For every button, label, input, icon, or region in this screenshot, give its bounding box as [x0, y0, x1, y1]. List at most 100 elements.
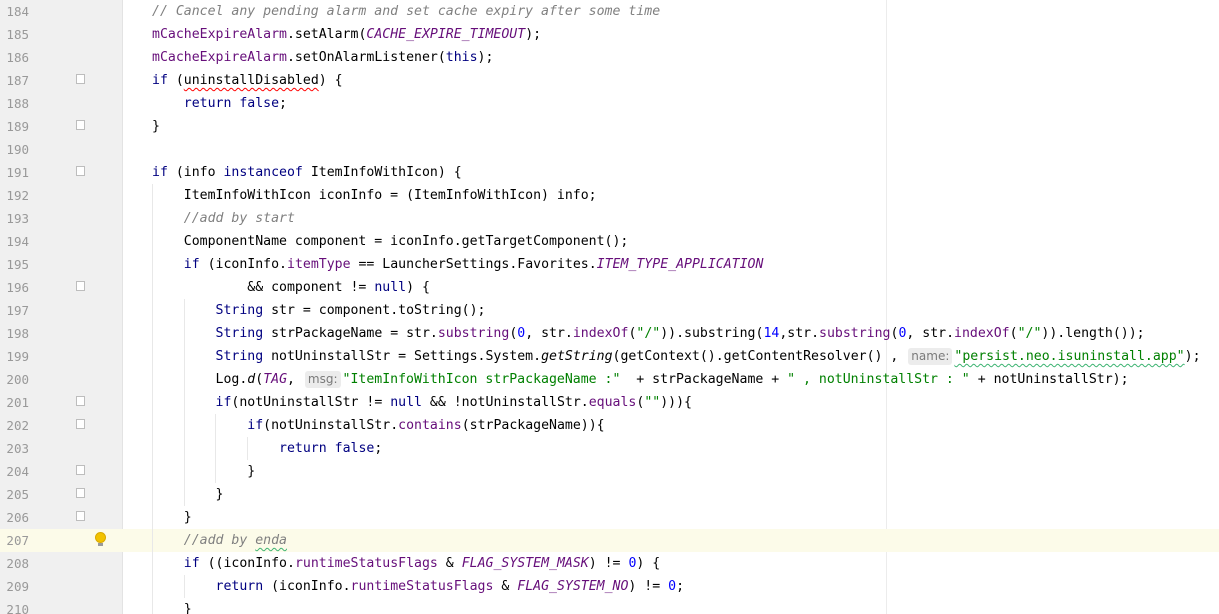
code-line[interactable]: 198 String strPackageName = str.substrin… — [0, 322, 1219, 345]
code-line[interactable]: 208 if ((iconInfo.runtimeStatusFlags & F… — [0, 552, 1219, 575]
code-line[interactable]: 191 if (info instanceof ItemInfoWithIcon)… — [0, 161, 1219, 184]
code-text: } — [152, 506, 192, 529]
code-token: TAG — [263, 372, 288, 387]
code-token: ( — [167, 73, 184, 88]
code-token: ) { — [318, 73, 343, 88]
line-number: 205 — [6, 487, 29, 502]
code-line[interactable]: 192 ItemInfoWithIcon iconInfo = (ItemInf… — [0, 184, 1219, 207]
code-token: , str. — [906, 326, 955, 341]
code-token: this — [445, 50, 478, 65]
code-line[interactable]: 188 return false; — [0, 92, 1219, 115]
fold-marker-icon[interactable] — [76, 419, 85, 429]
code-token: notUninstallStr = Settings.System. — [263, 349, 542, 364]
line-number: 202 — [6, 418, 29, 433]
parameter-hint: msg: — [304, 371, 341, 388]
code-token: && !notUninstallStr. — [421, 395, 589, 410]
code-line[interactable]: 189} — [0, 115, 1219, 138]
code-token: .setAlarm( — [286, 27, 367, 42]
code-line[interactable]: 202 if(notUninstallStr.contains(strPacka… — [0, 414, 1219, 437]
code-line[interactable]: 201 if(notUninstallStr != null && !notUn… — [0, 391, 1219, 414]
code-token: "/" — [1017, 326, 1042, 341]
code-token: } — [152, 602, 192, 614]
code-token: , — [287, 372, 303, 387]
line-number: 195 — [6, 257, 29, 272]
code-line[interactable]: 209 return (iconInfo.runtimeStatusFlags … — [0, 575, 1219, 598]
code-line[interactable]: 187 if (uninstallDisabled) { — [0, 69, 1219, 92]
code-token: + strPackageName + — [620, 372, 788, 387]
fold-marker-icon[interactable] — [76, 488, 85, 498]
code-line[interactable]: 193 //add by start — [0, 207, 1219, 230]
code-token: Log. — [152, 372, 248, 387]
code-text: if (info instanceof ItemInfoWithIcon) { — [152, 161, 462, 184]
code-line[interactable]: 206 } — [0, 506, 1219, 529]
code-token: String — [215, 326, 264, 341]
fold-marker-icon[interactable] — [76, 166, 85, 176]
line-number: 204 — [6, 464, 29, 479]
code-editor[interactable]: 184 // Cancel any pending alarm and set c… — [0, 0, 1219, 614]
fold-marker-icon[interactable] — [76, 465, 85, 475]
line-number: 209 — [6, 579, 29, 594]
code-token: uninstallDisabled — [183, 73, 319, 88]
fold-marker-icon[interactable] — [76, 281, 85, 291]
code-text: ComponentName component = iconInfo.getTa… — [152, 230, 629, 253]
code-line[interactable]: 190 — [0, 138, 1219, 161]
fold-marker-icon[interactable] — [76, 396, 85, 406]
code-token: ComponentName component = iconInfo.getTa… — [152, 234, 629, 249]
code-line[interactable]: 197 String str = component.toString(); — [0, 299, 1219, 322]
code-token: == LauncherSettings.Favorites. — [350, 257, 597, 272]
code-token: } — [152, 487, 224, 502]
code-line[interactable]: 204 } — [0, 460, 1219, 483]
code-token: runtimeStatusFlags — [294, 556, 438, 571]
code-text: if(notUninstallStr.contains(strPackageNa… — [152, 414, 604, 437]
line-number: 185 — [6, 27, 29, 42]
code-line[interactable]: 185 mCacheExpireAlarm.setAlarm(CACHE_EXPI… — [0, 23, 1219, 46]
code-token: return false — [279, 441, 375, 456]
line-number: 210 — [6, 602, 29, 614]
lightbulb-icon[interactable] — [95, 532, 106, 546]
code-token: ; — [676, 579, 685, 594]
code-line[interactable]: 194 ComponentName component = iconInfo.g… — [0, 230, 1219, 253]
code-line[interactable]: 200 Log.d(TAG, msg: "ItemInfoWithIcon str… — [0, 368, 1219, 391]
code-line[interactable]: 186 mCacheExpireAlarm.setOnAlarmListener(… — [0, 46, 1219, 69]
code-token: ) { — [406, 280, 430, 295]
code-token: ITEM_TYPE_APPLICATION — [596, 257, 764, 272]
code-text: String str = component.toString(); — [152, 299, 486, 322]
code-token: return false — [183, 96, 280, 111]
line-number: 198 — [6, 326, 29, 341]
code-token: equals — [588, 395, 637, 410]
line-number: 200 — [6, 372, 29, 387]
line-number: 206 — [6, 510, 29, 525]
line-number: 199 — [6, 349, 29, 364]
code-token: indexOf — [954, 326, 1010, 341]
code-text: String strPackageName = str.substring(0,… — [152, 322, 1145, 345]
code-text: String notUninstallStr = Settings.System… — [152, 345, 1201, 368]
code-token: //add by start — [183, 211, 295, 226]
code-line[interactable]: 207 //add by enda — [0, 529, 1219, 552]
code-text: } — [152, 115, 160, 138]
code-text: Log.d(TAG, msg: "ItemInfoWithIcon strPack… — [152, 368, 1129, 391]
code-token: "persist.neo.isuninstall.app" — [954, 349, 1185, 364]
fold-marker-icon[interactable] — [76, 74, 85, 84]
code-line[interactable]: 199 String notUninstallStr = Settings.Sy… — [0, 345, 1219, 368]
code-line[interactable]: 210 } — [0, 598, 1219, 614]
fold-marker-icon[interactable] — [76, 120, 85, 130]
code-token: ); — [525, 27, 542, 42]
code-token: ); — [477, 50, 494, 65]
line-number: 187 — [6, 73, 29, 88]
code-line[interactable]: 203 return false; — [0, 437, 1219, 460]
code-token: )).length()); — [1041, 326, 1145, 341]
code-token: //add by — [183, 533, 256, 548]
code-token: CACHE_EXPIRE_TIMEOUT — [366, 27, 526, 42]
line-number: 193 — [6, 211, 29, 226]
code-line[interactable]: 184 // Cancel any pending alarm and set c… — [0, 0, 1219, 23]
code-line[interactable]: 196 && component != null) { — [0, 276, 1219, 299]
code-text: && component != null) { — [152, 276, 430, 299]
code-token: 0 — [668, 579, 677, 594]
code-line[interactable]: 205 } — [0, 483, 1219, 506]
fold-marker-icon[interactable] — [76, 511, 85, 521]
code-line[interactable]: 195 if (iconInfo.itemType == LauncherSet… — [0, 253, 1219, 276]
